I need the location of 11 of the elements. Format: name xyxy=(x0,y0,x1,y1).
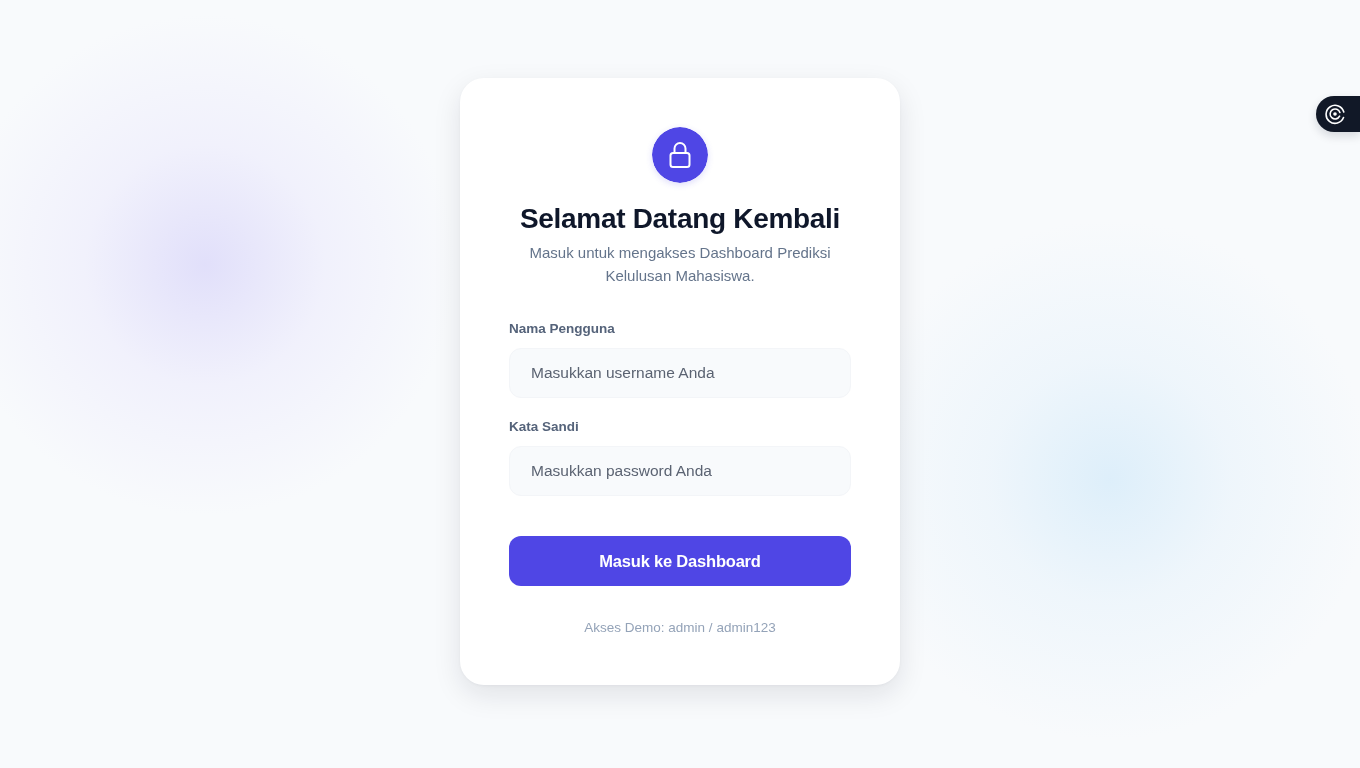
lock-icon xyxy=(652,127,708,183)
floating-tab-button[interactable] xyxy=(1316,96,1360,132)
login-subtitle: Masuk untuk mengakses Dashboard Prediksi Kelulusan Mahasiswa. xyxy=(528,243,832,286)
login-title: Selamat Datang Kembali xyxy=(519,202,841,236)
password-field[interactable]: Masukkan password Anda xyxy=(509,446,851,496)
login-button[interactable]: Masuk ke Dashboard xyxy=(509,536,851,586)
concentric-rings-icon xyxy=(1324,103,1346,125)
field-label: Kata Sandi xyxy=(509,418,579,436)
username-field[interactable]: Masukkan username Anda xyxy=(509,348,851,398)
demo-credentials-note: Akses Demo: admin / admin123 xyxy=(584,619,776,637)
field-label: Nama Pengguna xyxy=(509,320,615,338)
